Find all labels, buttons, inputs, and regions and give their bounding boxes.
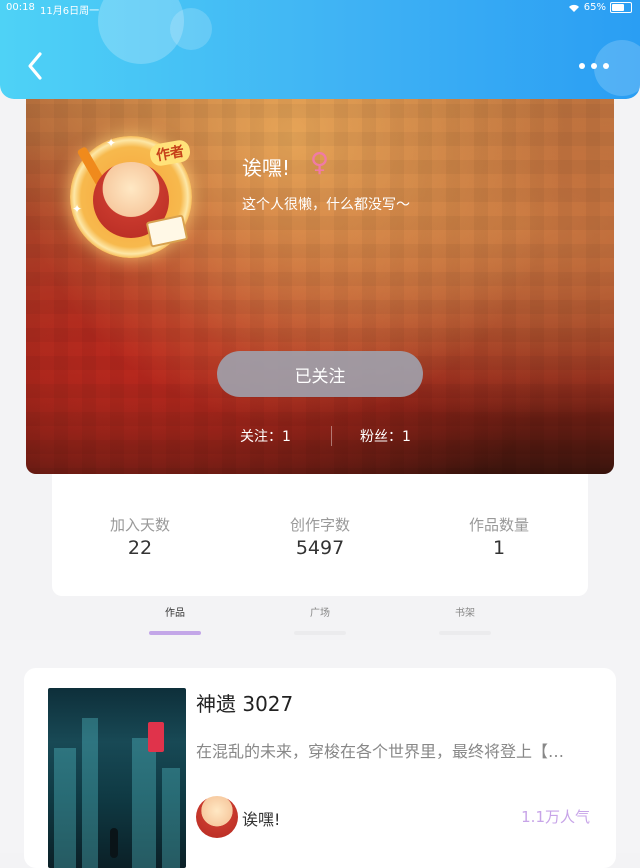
tab-label: 书架 [455, 608, 475, 619]
cover-art [132, 738, 156, 868]
stat-value: 22 [127, 537, 153, 559]
work-popularity: 1.1万人气 [521, 808, 590, 826]
following-count[interactable]: 关注：1 [240, 426, 291, 446]
author-stats-card: 加入天数 22 创作字数 5497 作品数量 1 [52, 474, 588, 596]
work-description: 在混乱的未来，穿梭在各个世界里，最终将登上【… [196, 742, 565, 761]
stat-word-count: 创作字数 5497 [230, 514, 410, 559]
battery-icon [610, 2, 632, 13]
back-button[interactable] [22, 48, 52, 84]
book-cover[interactable] [48, 688, 186, 868]
author-avatar[interactable]: 作者 ✦ ✦ [70, 136, 192, 258]
divider [331, 426, 332, 446]
status-indicators: 65% [568, 2, 632, 13]
tab-indicator [439, 631, 491, 635]
more-button[interactable] [574, 56, 614, 76]
status-date: 11月6日周一 [40, 6, 100, 17]
more-dot [603, 63, 609, 69]
stat-label: 加入天数 [109, 516, 170, 534]
cover-art [82, 718, 98, 868]
sparkle-icon: ✦ [106, 136, 117, 150]
tab-bookshelf[interactable]: 书架 [425, 604, 505, 635]
cover-art [148, 722, 164, 752]
tab-square[interactable]: 广场 [280, 604, 360, 635]
wifi-icon [568, 4, 579, 12]
sparkle-icon: ✦ [72, 202, 83, 216]
tab-indicator [149, 631, 201, 635]
work-card[interactable]: 神遗 3027 在混乱的未来，穿梭在各个世界里，最终将登上【… 诶嘿! 1.1万… [24, 668, 616, 868]
profile-tabs: 作品 广场 书架 [0, 600, 640, 640]
chevron-left-icon [28, 52, 42, 80]
stat-works-count: 作品数量 1 [409, 514, 589, 559]
cover-art [54, 748, 76, 868]
work-title[interactable]: 神遗 3027 [196, 688, 293, 717]
more-dot [591, 63, 597, 69]
status-bar: 00:18 11月6日周一 65% [0, 0, 640, 17]
tab-label: 作品 [165, 608, 185, 619]
stat-join-days: 加入天数 22 [50, 514, 230, 559]
battery-fill [612, 4, 624, 11]
user-bio: 这个人很懒，什么都没写～ [242, 197, 410, 213]
stat-value: 1 [492, 537, 506, 559]
work-author-name: 诶嘿! [242, 810, 281, 829]
tab-indicator [294, 631, 346, 635]
stat-value: 5497 [295, 537, 345, 559]
tab-works[interactable]: 作品 [135, 604, 215, 635]
tab-label: 广场 [310, 608, 330, 619]
stat-label: 作品数量 [468, 516, 529, 534]
stat-label: 创作字数 [289, 516, 350, 534]
user-nickname: 诶嘿! [242, 156, 291, 180]
profile-hero: 作者 ✦ ✦ 诶嘿! ♀ 这个人很懒，什么都没写～ 已关注 关注：1 粉丝：1 [26, 90, 614, 474]
work-author-avatar [196, 796, 238, 838]
follow-stats: 关注：1 粉丝：1 [26, 426, 614, 446]
fans-count[interactable]: 粉丝：1 [360, 426, 411, 446]
female-icon: ♀ [310, 148, 330, 178]
battery-percent: 65% [583, 2, 606, 13]
status-time: 00:18 [6, 2, 35, 13]
more-dot [579, 63, 585, 69]
follow-button[interactable]: 已关注 [217, 351, 423, 397]
cover-art [110, 828, 118, 858]
author-badge: 作者 [148, 138, 192, 168]
cover-art [162, 768, 180, 868]
